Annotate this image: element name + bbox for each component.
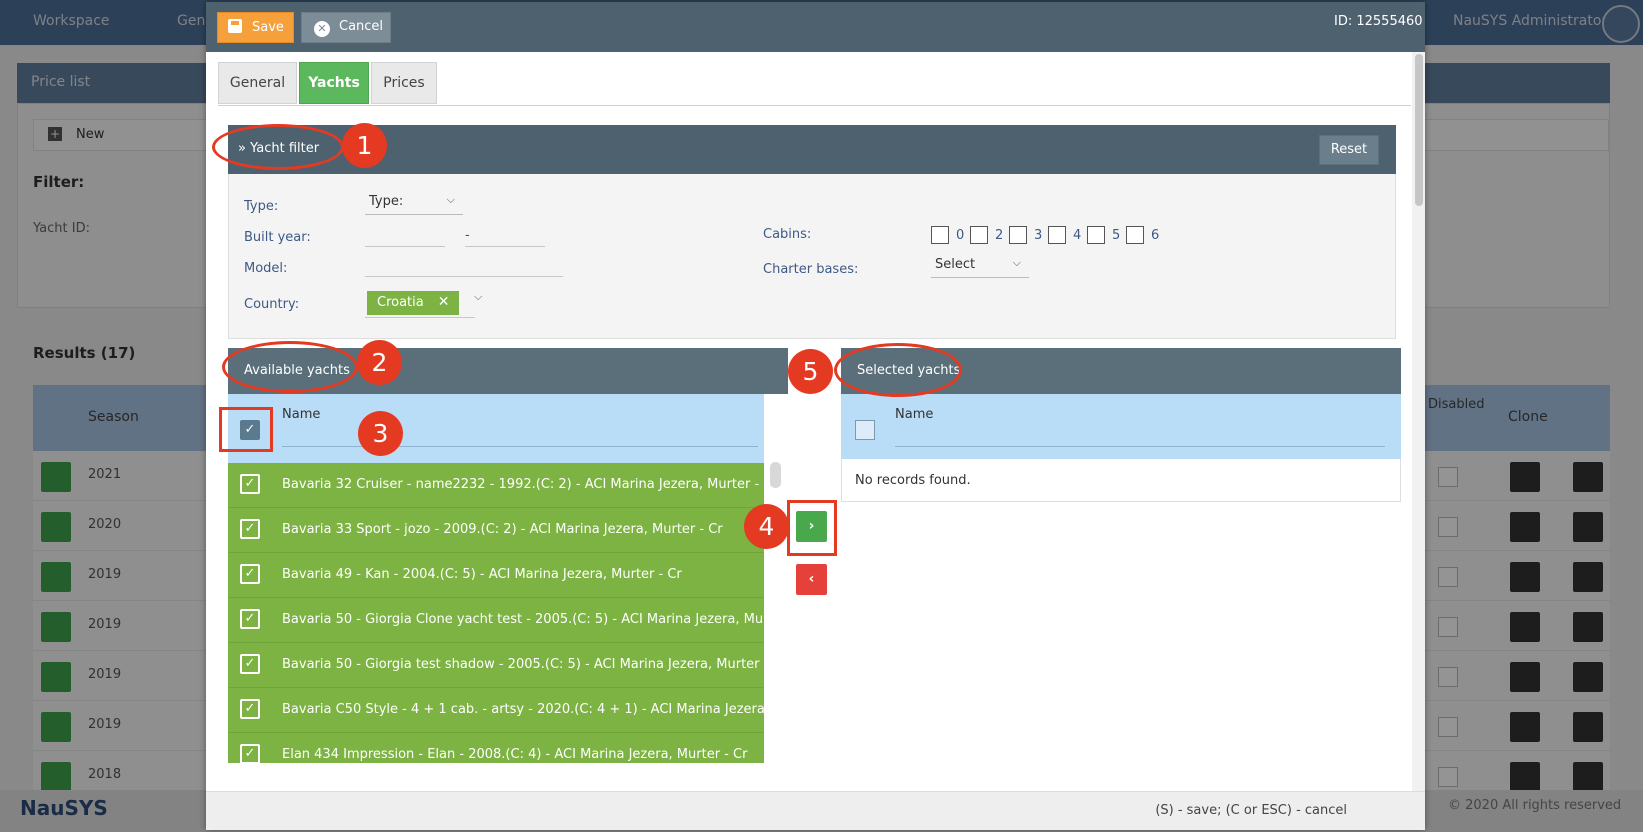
cabins-2-label: 2 bbox=[995, 228, 1004, 243]
list-item[interactable]: ✓ Bavaria 50 - Giorgia Clone yacht test -… bbox=[228, 598, 764, 643]
selected-column-header bbox=[841, 394, 1401, 459]
keyboard-hint: (S) - save; (C or ESC) - cancel bbox=[1155, 803, 1347, 818]
modal-toolbar: Save ✕ Cancel ID: 12555460 bbox=[206, 2, 1425, 52]
cancel-label: Cancel bbox=[339, 19, 384, 34]
model-input[interactable] bbox=[365, 276, 563, 277]
country-label: Country: bbox=[244, 297, 300, 312]
cabins-label: Cabins: bbox=[763, 227, 812, 242]
cabins-2-checkbox[interactable] bbox=[970, 226, 988, 244]
cabins-4-checkbox[interactable] bbox=[1048, 226, 1066, 244]
cabins-5-label: 5 bbox=[1112, 228, 1121, 243]
annotation-marker-4: 4 bbox=[744, 504, 789, 549]
cabins-3-checkbox[interactable] bbox=[1009, 226, 1027, 244]
cabins-5-checkbox[interactable] bbox=[1087, 226, 1105, 244]
annotation-marker-5: 5 bbox=[788, 349, 833, 394]
floppy-icon bbox=[228, 19, 242, 33]
item-label: Bavaria 50 - Giorgia Clone yacht test - … bbox=[282, 612, 764, 627]
annotation-box-4 bbox=[787, 500, 837, 556]
tabs-divider bbox=[218, 105, 1411, 106]
cabins-6-label: 6 bbox=[1151, 228, 1160, 243]
type-label: Type: bbox=[244, 199, 279, 214]
cabins-3-label: 3 bbox=[1034, 228, 1043, 243]
model-label: Model: bbox=[244, 261, 288, 276]
built-year-separator: - bbox=[465, 228, 470, 243]
cancel-button[interactable]: ✕ Cancel bbox=[301, 12, 391, 43]
list-item[interactable]: ✓ Bavaria C50 Style - 4 + 1 cab. - artsy … bbox=[228, 688, 764, 733]
item-checkbox[interactable]: ✓ bbox=[240, 519, 260, 539]
available-name-filter-input[interactable] bbox=[282, 446, 758, 447]
item-checkbox[interactable]: ✓ bbox=[240, 474, 260, 494]
charter-bases-select[interactable]: Select ⌵ bbox=[931, 256, 1029, 278]
reset-button[interactable]: Reset bbox=[1319, 135, 1379, 165]
item-checkbox[interactable]: ✓ bbox=[240, 744, 260, 763]
record-id: ID: 12555460 bbox=[1334, 14, 1423, 29]
type-select-value: Type: bbox=[369, 194, 404, 209]
chevron-down-icon: ⌵ bbox=[446, 193, 455, 206]
annotation-ring-1 bbox=[212, 124, 344, 170]
item-checkbox[interactable]: ✓ bbox=[240, 654, 260, 674]
item-label: Bavaria 33 Sport - jozo - 2009.(C: 2) - … bbox=[282, 522, 723, 537]
selected-select-all-checkbox[interactable] bbox=[855, 420, 875, 440]
charter-bases-label: Charter bases: bbox=[763, 262, 859, 277]
list-item[interactable]: ✓ Bavaria 33 Sport - jozo - 2009.(C: 2) -… bbox=[228, 508, 764, 553]
item-label: Elan 434 Impression - Elan - 2008.(C: 4)… bbox=[282, 747, 748, 762]
built-year-label: Built year: bbox=[244, 230, 311, 245]
available-yachts-list: ✓ Bavaria 32 Cruiser - name2232 - 1992.(C… bbox=[228, 463, 764, 763]
available-column-header bbox=[228, 394, 764, 463]
item-label: Bavaria 50 - Giorgia test shadow - 2005.… bbox=[282, 657, 764, 672]
move-left-button[interactable]: ‹ bbox=[796, 564, 827, 595]
item-label: Bavaria 32 Cruiser - name2232 - 1992.(C:… bbox=[282, 477, 764, 492]
modal-footer: (S) - save; (C or ESC) - cancel bbox=[206, 791, 1425, 830]
list-item[interactable]: ✓ Bavaria 32 Cruiser - name2232 - 1992.(C… bbox=[228, 463, 764, 508]
yacht-filter-header[interactable]: » Yacht filter bbox=[228, 125, 1396, 174]
selected-name-column[interactable]: Name bbox=[895, 407, 933, 422]
modal-scrollbar-thumb[interactable] bbox=[1415, 54, 1423, 206]
annotation-marker-2: 2 bbox=[357, 340, 402, 385]
list-item[interactable]: ✓ Bavaria 49 - Kan - 2004.(C: 5) - ACI Ma… bbox=[228, 553, 764, 598]
country-select-line bbox=[365, 317, 475, 318]
cabins-6-checkbox[interactable] bbox=[1126, 226, 1144, 244]
cabins-0-label: 0 bbox=[956, 228, 965, 243]
annotation-marker-1: 1 bbox=[342, 123, 387, 168]
save-button[interactable]: Save bbox=[217, 12, 294, 43]
tab-yachts[interactable]: Yachts bbox=[299, 62, 369, 104]
charter-bases-value: Select bbox=[935, 257, 976, 272]
item-label: Bavaria 49 - Kan - 2004.(C: 5) - ACI Mar… bbox=[282, 567, 682, 582]
available-scrollbar-thumb[interactable] bbox=[770, 462, 781, 488]
annotation-ring-5 bbox=[834, 343, 962, 397]
selected-name-filter-input[interactable] bbox=[895, 446, 1385, 447]
close-circle-icon: ✕ bbox=[314, 21, 330, 37]
tab-prices[interactable]: Prices bbox=[371, 62, 437, 104]
remove-chip-icon[interactable]: ✕ bbox=[438, 294, 450, 310]
item-checkbox[interactable]: ✓ bbox=[240, 564, 260, 584]
country-chip-label: Croatia bbox=[377, 295, 424, 310]
list-item[interactable]: ✓ Bavaria 50 - Giorgia test shadow - 2005… bbox=[228, 643, 764, 688]
built-year-to-input[interactable] bbox=[465, 246, 545, 247]
item-checkbox[interactable]: ✓ bbox=[240, 609, 260, 629]
country-chip[interactable]: Croatia ✕ bbox=[367, 291, 460, 315]
annotation-ring-2 bbox=[222, 341, 358, 393]
cabins-0-checkbox[interactable] bbox=[931, 226, 949, 244]
tab-general[interactable]: General bbox=[218, 62, 297, 104]
built-year-from-input[interactable] bbox=[365, 246, 445, 247]
available-name-column[interactable]: Name bbox=[282, 407, 320, 422]
type-select[interactable]: Type: ⌵ bbox=[365, 193, 463, 215]
annotation-marker-3: 3 bbox=[358, 411, 403, 456]
no-records-message: No records found. bbox=[841, 459, 1401, 502]
item-label: Bavaria C50 Style - 4 + 1 cab. - artsy -… bbox=[282, 702, 764, 717]
chevron-down-icon: ⌵ bbox=[1012, 256, 1021, 269]
list-item[interactable]: ✓ Elan 434 Impression - Elan - 2008.(C: 4… bbox=[228, 733, 764, 763]
save-label: Save bbox=[252, 20, 284, 35]
cabins-4-label: 4 bbox=[1073, 228, 1082, 243]
annotation-box-3 bbox=[219, 407, 273, 452]
item-checkbox[interactable]: ✓ bbox=[240, 699, 260, 719]
yacht-filter-body: Type: Type: ⌵ Built year: - Model: Count… bbox=[228, 174, 1396, 339]
available-scrollbar[interactable] bbox=[764, 394, 788, 763]
country-chevron-icon[interactable]: ⌵ bbox=[474, 290, 482, 304]
